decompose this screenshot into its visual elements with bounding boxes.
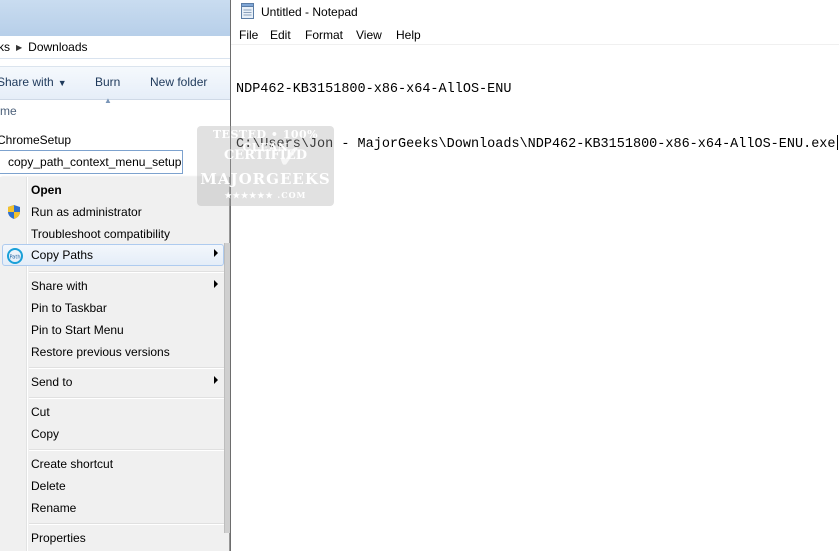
notepad-title-bar[interactable]: Untitled - Notepad [231,0,839,24]
menu-item-copy-paths[interactable]: Path Copy Paths [2,244,224,266]
menu-item-label: Run as administrator [31,205,142,219]
file-name: ChromeSetup [0,133,72,147]
menu-item-label: Copy Paths [31,248,94,262]
breadcrumb-parent[interactable]: ks [0,40,10,54]
explorer-toolbar: Share with ▼ Burn New folder [0,66,230,100]
menu-item-label: Share with [31,279,88,293]
menu-item-label: Restore previous versions [31,345,170,359]
file-name: copy_path_context_menu_setup [8,155,182,169]
menu-item-cut[interactable]: Cut [2,401,224,423]
menu-item-label: Pin to Start Menu [31,323,124,337]
notepad-text-area[interactable]: NDP462-KB3151800-x86-x64-AllOS-ENU C:\Us… [236,45,838,545]
menu-item-label: Troubleshoot compatibility [31,227,170,241]
menu-item-send-to[interactable]: Send to [2,371,224,393]
share-with-button[interactable]: Share with ▼ [0,75,67,89]
notepad-app-icon [241,3,254,19]
menu-item-restore-previous-versions[interactable]: Restore previous versions [2,341,224,363]
copy-path-icon-text: Path [10,255,21,261]
menu-item-pin-to-start-menu[interactable]: Pin to Start Menu [2,319,224,341]
sort-caret-icon: ▲ [104,96,112,105]
notepad-menu-bar: File Edit Format View Help [231,25,839,45]
column-header-name[interactable]: me [0,104,17,118]
menu-item-label: Cut [31,405,50,419]
menu-item-label: Delete [31,479,66,493]
burn-button[interactable]: Burn [95,75,120,89]
menu-item-label: Copy [31,427,60,441]
menu-item-open[interactable]: Open [2,179,224,201]
file-item-selected[interactable]: copy_path_context_menu_setup [0,150,183,174]
menu-separator [29,449,224,451]
share-with-label: Share with [0,75,54,89]
window-title: Untitled - Notepad [261,5,358,19]
uac-shield-icon [8,205,20,219]
menu-item-troubleshoot-compatibility[interactable]: Troubleshoot compatibility [2,223,224,245]
copy-path-icon: Path [7,248,23,264]
menu-help[interactable]: Help [396,28,421,42]
menu-item-copy[interactable]: Copy [2,423,224,445]
breadcrumb-current[interactable]: Downloads [28,40,87,54]
menu-item-delete[interactable]: Delete [2,475,224,497]
menu-item-label: Properties [31,531,86,545]
menu-item-label: Rename [31,501,77,515]
menu-edit[interactable]: Edit [270,28,291,42]
chevron-down-icon: ▼ [57,78,67,88]
address-bar[interactable]: ks ▶ Downloads [0,36,230,59]
menu-view[interactable]: View [356,28,382,42]
menu-item-properties[interactable]: Properties [2,527,224,549]
menu-item-label: Create shortcut [31,457,114,471]
menu-item-rename[interactable]: Rename [2,497,224,519]
text-cursor [836,135,838,150]
menu-item-label: Pin to Taskbar [31,301,107,315]
text-line: NDP462-KB3151800-x86-x64-AllOS-ENU [236,81,836,99]
menu-file[interactable]: File [239,28,258,42]
menu-separator [29,271,224,273]
text-line-content: NDP462-KB3151800-x86-x64-AllOS-ENU [236,82,512,97]
explorer-title-bar[interactable] [0,0,230,37]
menu-item-run-as-administrator[interactable]: Run as administrator [2,201,224,223]
submenu-arrow-icon [214,376,218,384]
watermark-line-2: CERTIFIED [223,148,308,163]
menu-separator [29,397,224,399]
watermark-line-3: MAJORGEEKS [200,170,331,188]
context-menu: Open Run as administrator Troubleshoot c… [0,177,230,551]
menu-separator [29,367,224,369]
menu-item-share-with[interactable]: Share with [2,275,224,297]
watermark-line-4: ★★★★★★ .COM [224,190,307,200]
menu-item-create-shortcut[interactable]: Create shortcut [2,453,224,475]
menu-format[interactable]: Format [305,28,343,42]
notepad-window: Untitled - Notepad File Edit Format View… [230,0,839,551]
file-item[interactable]: ChromeSetup [0,130,71,150]
new-folder-button[interactable]: New folder [150,75,207,89]
submenu-arrow-icon [214,280,218,288]
menu-item-label: Send to [31,375,73,389]
breadcrumb-separator-icon[interactable]: ▶ [16,43,22,52]
menu-item-label: Open [31,183,62,197]
submenu-arrow-icon [214,249,218,257]
majorgeeks-watermark-logo: ✓ TESTED • 100% CLEAN CERTIFIED MAJORGEE… [197,126,334,206]
menu-separator [29,523,224,525]
menu-item-pin-to-taskbar[interactable]: Pin to Taskbar [2,297,224,319]
